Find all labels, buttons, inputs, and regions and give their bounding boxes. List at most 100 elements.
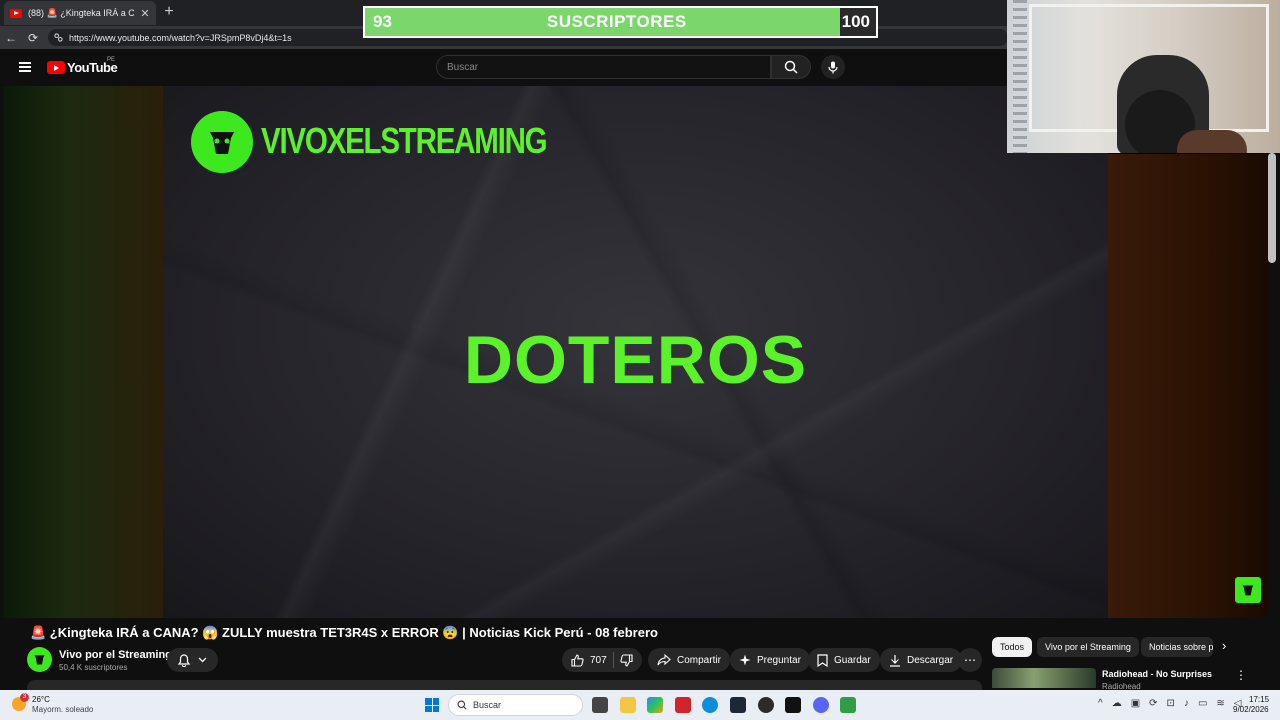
taskbar-search[interactable]: Buscar <box>448 694 583 716</box>
search-input[interactable]: Buscar <box>436 55 771 79</box>
video-ambient-left <box>3 86 163 618</box>
youtube-favicon-icon <box>10 8 22 18</box>
search-placeholder: Buscar <box>447 62 479 73</box>
weather-description[interactable]: Mayorm. soleado <box>32 705 93 714</box>
steam-icon[interactable] <box>730 697 746 713</box>
site-info-icon[interactable] <box>54 33 63 42</box>
voice-search-button[interactable] <box>821 55 845 79</box>
like-divider <box>612 652 614 668</box>
video-frame[interactable]: VIVOXELSTREAMING DOTEROS <box>163 86 1108 618</box>
notepad-icon[interactable] <box>840 697 856 713</box>
dislike-icon[interactable] <box>620 653 633 667</box>
browser-tab[interactable]: (88) 🚨 ¿Kingteka IRÁ a CANA? 😱 Z ✕ <box>4 1 156 25</box>
video-ambient-right <box>1108 154 1268 618</box>
like-dislike-group: 707 <box>562 648 642 672</box>
search-icon <box>457 700 467 710</box>
windows-taskbar: 3 26°C Mayorm. soleado Buscar ^ ☁ ▣ ⟳ ⊡ … <box>0 690 1280 720</box>
network-icon[interactable]: ⊡ <box>1167 698 1175 709</box>
bell-icon <box>178 653 190 667</box>
subscriber-goal-bar: 93 SUSCRIPTORES 100 <box>363 6 878 38</box>
channel-subscribers: 50,4 K suscriptores <box>59 663 128 672</box>
weather-temperature[interactable]: 26°C <box>32 695 50 704</box>
country-code: PE <box>107 57 116 63</box>
recommended-thumbnail[interactable] <box>992 668 1096 688</box>
youtube-header: YouTube PE Buscar <box>3 49 1007 86</box>
close-tab-icon[interactable]: ✕ <box>140 7 150 20</box>
search-button[interactable] <box>771 55 811 79</box>
file-explorer-icon[interactable] <box>620 697 636 713</box>
security-icon[interactable]: ▣ <box>1131 698 1140 709</box>
ask-label: Preguntar <box>757 654 801 666</box>
streamer-shoulder <box>1177 130 1247 153</box>
channel-watermark[interactable] <box>1235 577 1261 603</box>
page-scrollbar[interactable] <box>1268 153 1276 263</box>
more-horizontal-icon: ⋯ <box>964 653 976 667</box>
channel-logo-badge <box>191 111 253 173</box>
download-button[interactable]: Descargar <box>880 648 963 672</box>
url-text: https://www.youtube.com/watch?v=JRSpmP8v… <box>69 32 292 43</box>
back-arrow-icon[interactable]: ← <box>0 31 22 45</box>
save-label: Guardar <box>834 654 871 666</box>
channel-mascot-icon <box>1242 585 1254 596</box>
more-vertical-icon[interactable]: ⋮ <box>1235 668 1247 682</box>
wifi-icon[interactable]: ≋ <box>1216 698 1224 709</box>
chip-channel[interactable]: Vivo por el Streaming <box>1037 637 1139 657</box>
hamburger-menu-icon[interactable] <box>19 62 31 72</box>
notification-bell-button[interactable] <box>167 648 218 672</box>
channel-mascot-icon <box>34 655 45 665</box>
streamlabs-icon[interactable] <box>785 697 801 713</box>
overlay-title: DOTEROS <box>463 322 808 398</box>
edge-browser-icon[interactable] <box>702 697 718 713</box>
copilot-icon[interactable] <box>647 697 663 713</box>
ask-button[interactable]: Preguntar <box>730 648 810 672</box>
description-box[interactable] <box>27 680 982 690</box>
subscriber-goal: 100 <box>841 12 870 31</box>
reload-icon[interactable]: ⟳ <box>22 31 44 45</box>
bookmark-icon <box>817 653 828 667</box>
chevron-up-icon[interactable]: ^ <box>1098 698 1103 709</box>
download-label: Descargar <box>907 654 954 666</box>
save-button[interactable]: Guardar <box>808 648 880 672</box>
channel-name[interactable]: Vivo por el Streaming <box>59 649 172 661</box>
microphone-icon <box>828 61 838 73</box>
video-title: 🚨 ¿Kingteka IRÁ a CANA? 😱 ZULLY muestra … <box>30 625 658 640</box>
search-icon <box>784 60 798 74</box>
chevron-down-icon <box>198 657 207 663</box>
chip-news[interactable]: Noticias sobre p <box>1141 637 1213 657</box>
clock-time[interactable]: 17:15 <box>1249 695 1269 704</box>
new-tab-button[interactable]: + <box>160 3 178 21</box>
display-icon[interactable]: ▭ <box>1198 698 1207 709</box>
discord-icon[interactable] <box>813 697 829 713</box>
taskbar-search-label: Buscar <box>473 700 502 710</box>
wps-office-icon[interactable] <box>675 697 691 713</box>
subscriber-current: 93 <box>373 12 392 31</box>
chevron-right-icon[interactable]: › <box>1222 638 1226 653</box>
share-icon <box>657 654 671 666</box>
update-icon[interactable]: ⟳ <box>1149 698 1157 709</box>
onedrive-icon[interactable]: ☁ <box>1112 698 1122 709</box>
system-tray: ^ ☁ ▣ ⟳ ⊡ ♪ ▭ ≋ ◁ <box>1098 698 1241 709</box>
task-view-icon[interactable] <box>592 697 608 713</box>
overlay-channel-name: VIVOXELSTREAMING <box>261 120 548 161</box>
chrome-icon[interactable] <box>758 697 774 713</box>
webcam-overlay <box>1007 0 1280 153</box>
video-player[interactable]: VIVOXELSTREAMING DOTEROS <box>3 86 1268 618</box>
recommended-title[interactable]: Radiohead - No Surprises <box>1102 669 1212 679</box>
windows-start-icon[interactable] <box>425 698 439 712</box>
download-icon <box>890 654 900 667</box>
window-blind <box>1013 0 1027 153</box>
weather-badge: 3 <box>20 693 29 702</box>
sparkle-icon <box>739 654 751 666</box>
youtube-play-icon <box>47 61 65 74</box>
more-actions-button[interactable]: ⋯ <box>958 648 982 672</box>
like-count[interactable]: 707 <box>590 655 607 666</box>
microphone-tray-icon[interactable]: ♪ <box>1184 698 1189 709</box>
streamer-person <box>1107 50 1247 153</box>
chip-todos[interactable]: Todos <box>992 637 1033 657</box>
share-button[interactable]: Compartir <box>648 648 730 672</box>
channel-avatar[interactable] <box>27 647 52 672</box>
subscriber-label: SUSCRIPTORES <box>546 12 687 31</box>
clock-date[interactable]: 9/02/2026 <box>1233 705 1269 714</box>
like-icon[interactable] <box>571 653 584 667</box>
share-label: Compartir <box>677 654 721 666</box>
